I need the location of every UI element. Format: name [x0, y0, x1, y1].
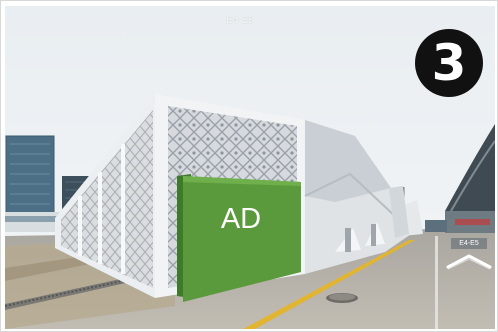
chevron-up-icon[interactable] [444, 252, 494, 270]
step-number-badge: 3 [415, 29, 483, 97]
panorama-viewer[interactable]: E4-E5 E4-E5 AD 3 [0, 0, 498, 332]
navigation-sign[interactable]: E4-E5 [451, 238, 487, 249]
ad-label: AD [220, 203, 262, 235]
location-label: E4-E5 [226, 15, 254, 25]
